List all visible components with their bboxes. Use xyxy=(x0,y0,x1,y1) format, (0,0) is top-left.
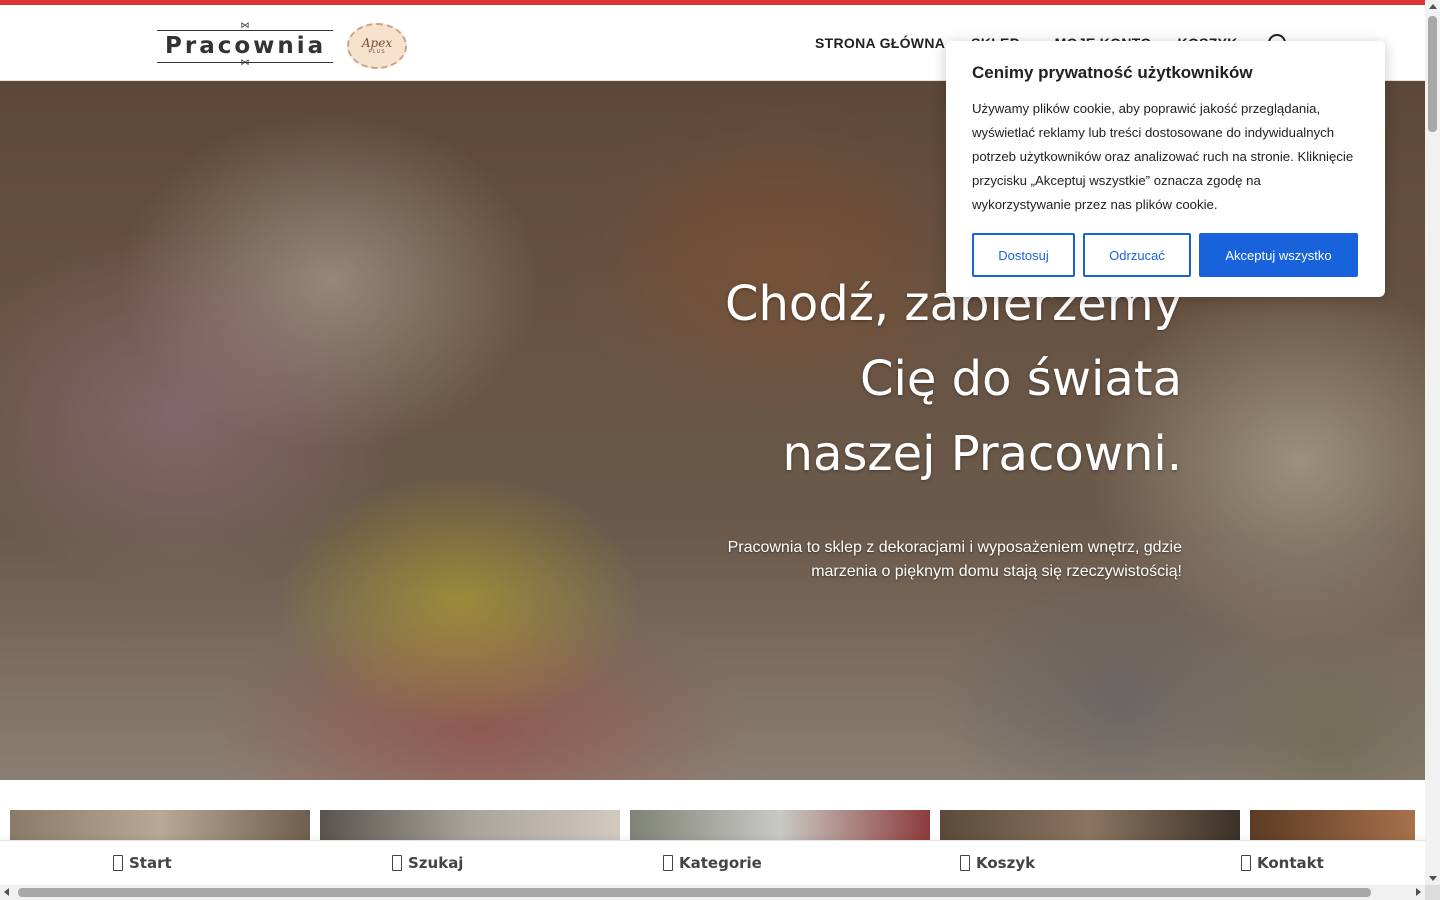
category-tiles xyxy=(10,810,1415,842)
seal-sub-text: PLUS xyxy=(368,48,386,55)
bottom-nav-bar: Start Szukaj Kategorie Koszyk Kontakt xyxy=(0,840,1428,885)
scroll-down-arrow-icon[interactable] xyxy=(1429,876,1437,881)
cookie-text: Używamy plików cookie, aby poprawić jako… xyxy=(972,101,1354,212)
horizontal-scroll-thumb[interactable] xyxy=(18,888,1371,897)
scroll-right-arrow-icon[interactable] xyxy=(1416,888,1421,896)
contact-icon xyxy=(1241,855,1251,871)
page: ⋈ Pracownia ⋈ Apex PLUS STRONA GŁÓWNA SK… xyxy=(0,0,1440,900)
reject-button[interactable]: Odrzucać xyxy=(1083,233,1191,277)
bottom-nav-label: Kontakt xyxy=(1257,854,1324,872)
bottom-nav-categories[interactable]: Kategorie xyxy=(663,854,762,872)
category-tile[interactable] xyxy=(940,810,1240,842)
vertical-scrollbar[interactable] xyxy=(1425,0,1440,885)
nav-item-home[interactable]: STRONA GŁÓWNA xyxy=(815,35,945,51)
bottom-nav-label: Szukaj xyxy=(408,854,464,872)
home-icon xyxy=(113,855,123,871)
search-icon xyxy=(392,855,402,871)
scrollbar-corner xyxy=(1425,885,1440,900)
category-tile[interactable] xyxy=(320,810,620,842)
hero-title-line: Cię do świata xyxy=(860,351,1182,407)
category-tile[interactable] xyxy=(10,810,310,842)
logo-rule-top xyxy=(157,30,333,31)
cookie-title: Cenimy prywatność użytkowników xyxy=(972,63,1253,82)
logo-bow-icon: ⋈ xyxy=(240,57,250,67)
pracownia-logo[interactable]: ⋈ Pracownia ⋈ xyxy=(157,21,335,71)
hero-subtitle: Pracownia to sklep z dekoracjami i wypos… xyxy=(727,539,1182,580)
bottom-nav-start[interactable]: Start xyxy=(113,854,172,872)
bottom-nav-label: Start xyxy=(129,854,172,872)
bottom-nav-label: Kategorie xyxy=(679,854,762,872)
bottom-nav-cart[interactable]: Koszyk xyxy=(960,854,1035,872)
scroll-left-arrow-icon[interactable] xyxy=(4,888,9,896)
horizontal-scrollbar[interactable] xyxy=(0,885,1425,900)
bottom-nav-label: Koszyk xyxy=(976,854,1036,872)
seal-main-text: Apex xyxy=(361,35,393,50)
scroll-up-arrow-icon[interactable] xyxy=(1429,4,1437,9)
bottom-nav-contact[interactable]: Kontakt xyxy=(1241,854,1324,872)
vertical-scroll-thumb[interactable] xyxy=(1428,16,1437,132)
hero-title: Chodź, zabierzemy Cię do świata naszej P… xyxy=(622,267,1182,492)
logo-text: Pracownia xyxy=(165,33,327,59)
cookie-consent-banner: Cenimy prywatność użytkowników Używamy p… xyxy=(946,41,1385,297)
category-tile[interactable] xyxy=(630,810,930,842)
logo-bow-icon: ⋈ xyxy=(240,20,250,30)
accept-all-button[interactable]: Akceptuj wszystko xyxy=(1199,233,1358,277)
categories-icon xyxy=(663,855,673,871)
category-tile[interactable] xyxy=(1250,810,1415,842)
cookie-buttons: Dostosuj Odrzucać Akceptuj wszystko xyxy=(972,233,1358,277)
bottom-nav-search[interactable]: Szukaj xyxy=(392,854,463,872)
hero-title-line: naszej Pracowni. xyxy=(782,426,1182,482)
apex-plus-seal-logo[interactable]: Apex PLUS xyxy=(347,23,407,69)
cart-icon xyxy=(960,855,970,871)
customize-button[interactable]: Dostosuj xyxy=(972,233,1075,277)
